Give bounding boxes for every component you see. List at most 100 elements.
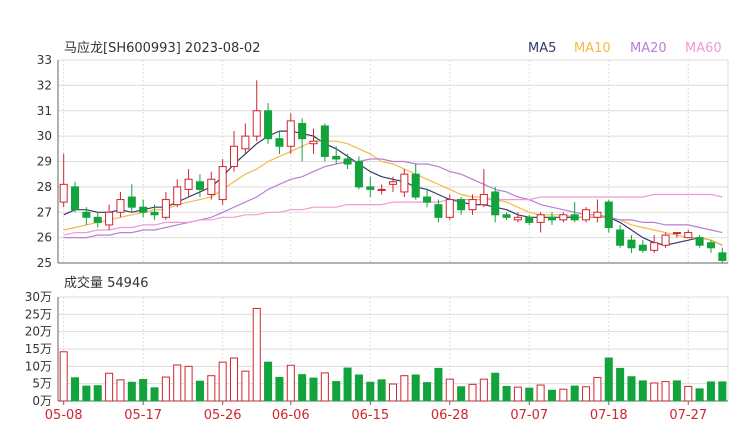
volume-bar [502, 385, 511, 402]
candle [718, 247, 727, 263]
volume-bar [547, 389, 557, 402]
volume-bar [513, 386, 522, 402]
legend-item-ma60: MA60 [685, 41, 722, 56]
candle [593, 199, 602, 223]
volume-bar [604, 357, 613, 402]
legend: MA5 MA10 MA20 MA60 [528, 41, 722, 56]
price-y-axis: 33 32 31 30 29 28 27 26 25 [37, 53, 52, 270]
candle-body [525, 216, 534, 223]
candle [127, 184, 136, 213]
volume-bar [105, 372, 114, 402]
candle-body [638, 244, 647, 251]
price-y-tick: 26 [37, 231, 52, 245]
price-y-tick: 29 [37, 155, 52, 169]
candle [366, 176, 375, 198]
volume-y-tick: 5万 [32, 377, 52, 391]
candle-body [661, 234, 670, 246]
candle-body [502, 214, 511, 218]
candle-body [252, 110, 261, 137]
volume-bar [71, 377, 80, 402]
candle [434, 199, 443, 223]
candle-body [275, 138, 284, 147]
price-y-tick: 33 [37, 53, 52, 67]
candle [264, 103, 273, 144]
volume-bar [207, 375, 216, 402]
candle [377, 184, 386, 195]
volume-bar [423, 382, 432, 402]
volume-y-tick: 25万 [25, 307, 52, 321]
candle [71, 181, 80, 213]
candle-body [457, 199, 466, 211]
candle-body [59, 183, 68, 203]
candle [93, 212, 102, 228]
volume-bar [184, 365, 193, 402]
volume-bar [638, 380, 647, 402]
price-y-tick: 32 [37, 78, 52, 92]
volume-bar [559, 388, 568, 402]
candle-body [695, 237, 704, 246]
candle [638, 240, 647, 253]
volume-bar [616, 367, 625, 402]
candle-body [320, 125, 329, 157]
volume-bar [684, 385, 693, 402]
volume-bar [241, 370, 250, 402]
volume-bar [491, 372, 500, 402]
volume-bar [354, 374, 363, 402]
candle [105, 204, 114, 231]
candle [184, 169, 193, 198]
candle-body [286, 120, 295, 147]
volume-bar [320, 372, 329, 402]
candle-body [229, 145, 239, 168]
volume-bar [139, 379, 148, 402]
volume-bar [650, 382, 659, 402]
candle-body [184, 178, 193, 190]
volume-bar [718, 381, 727, 402]
volume-bar [706, 381, 715, 402]
candle-body [718, 252, 727, 261]
candle [423, 189, 432, 208]
candle-body [582, 209, 591, 221]
candle [161, 191, 170, 220]
candle-body [173, 186, 182, 206]
volume-bar [275, 376, 284, 402]
candle-body [127, 196, 136, 208]
price-y-tick: 30 [37, 129, 52, 143]
candle-body [513, 216, 522, 221]
candle [491, 186, 500, 223]
candle [218, 158, 227, 205]
volume-bar [627, 376, 636, 402]
candle-body [672, 232, 681, 235]
candle [139, 199, 148, 218]
candle-body [207, 178, 216, 195]
volume-bar [127, 381, 136, 402]
candle-body [116, 199, 125, 213]
volume-bar [388, 383, 398, 402]
candle-body [627, 239, 636, 249]
candle-body [218, 166, 227, 201]
volume-bar [59, 351, 68, 402]
x-axis: 05-08 05-17 05-26 06-06 06-15 06-28 07-07 07-18… [45, 401, 707, 423]
candle-body [161, 199, 170, 218]
candle [695, 235, 704, 248]
price-y-tick: 28 [37, 180, 52, 194]
volume-bar [525, 387, 534, 402]
x-tick-label: 05-26 [204, 408, 242, 423]
candle [286, 113, 295, 154]
candle-body [547, 216, 557, 221]
volume-y-axis: 30万 25万 20万 15万 10万 5万 0万 [25, 290, 52, 408]
legend-item-ma20: MA20 [630, 41, 667, 56]
chart-svg: 马应龙[SH600993] 2023-08-02 MA5 MA10 MA20 MA60… [25, 40, 729, 423]
candle [604, 199, 613, 233]
candle [411, 164, 420, 200]
candle [559, 212, 568, 223]
volume-bar [434, 367, 443, 402]
candle-body [434, 204, 443, 218]
candle-body [377, 188, 386, 191]
volume-bar [286, 364, 295, 402]
volume-bar [343, 367, 352, 402]
volume-bar [457, 386, 466, 402]
candle [661, 232, 670, 248]
legend-item-ma5: MA5 [528, 41, 556, 56]
candle-body [309, 140, 318, 145]
legend-item-ma10: MA10 [574, 41, 611, 56]
